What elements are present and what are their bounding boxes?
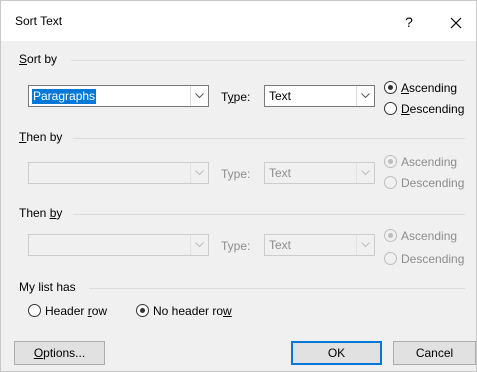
sort-by-field-dropdown[interactable]	[190, 86, 208, 106]
chevron-down-icon	[361, 170, 370, 176]
sort-by-divider	[71, 60, 465, 61]
close-icon	[450, 17, 462, 29]
help-button[interactable]: ?	[394, 9, 424, 35]
chevron-down-icon	[195, 242, 204, 248]
close-button[interactable]	[441, 9, 471, 35]
sort-by-field-value: Paragraphs	[32, 89, 97, 104]
then-by-1-field-combo[interactable]	[28, 162, 209, 184]
then-by-2-type-label: Type:	[221, 239, 251, 253]
radio-checked-icon	[384, 229, 397, 242]
radio-unchecked-icon	[384, 102, 397, 115]
chevron-down-icon	[361, 242, 370, 248]
then-by-2-divider	[73, 214, 465, 215]
sort-by-type-label: Type:	[221, 90, 251, 104]
radio-unchecked-icon	[384, 252, 397, 265]
then-by-2-field-dropdown[interactable]	[190, 235, 208, 255]
sort-by-type-dropdown[interactable]	[356, 86, 374, 106]
sort-by-type-combo[interactable]: Text	[264, 85, 375, 107]
radio-unchecked-icon	[28, 304, 41, 317]
then-by-2-field-value	[32, 238, 34, 253]
sort-by-label: Sort by	[19, 52, 58, 66]
then-by-1-divider	[73, 138, 465, 139]
then-by-1-label: Then by	[19, 130, 63, 144]
then-by-2-field-combo[interactable]	[28, 234, 209, 256]
radio-unchecked-icon	[384, 176, 397, 189]
then-by-2-type-dropdown[interactable]	[356, 235, 374, 255]
my-list-has-divider	[89, 288, 465, 289]
chevron-down-icon	[195, 93, 204, 99]
sort-text-dialog: Sort Text ? Sort by Paragraphs Type: Tex…	[0, 0, 477, 372]
then-by-1-type-value: Text	[269, 166, 292, 180]
then-by-1-type-label: Type:	[221, 167, 251, 181]
ok-button[interactable]: OK	[291, 341, 382, 365]
dialog-title: Sort Text	[15, 14, 63, 28]
then-by-1-type-combo[interactable]: Text	[264, 162, 375, 184]
sort-by-field-combo[interactable]: Paragraphs	[28, 85, 209, 107]
help-icon: ?	[405, 14, 413, 30]
then-by-1-field-value	[32, 166, 34, 181]
radio-checked-icon	[384, 81, 397, 94]
then-by-2-type-combo[interactable]: Text	[264, 234, 375, 256]
then-by-1-type-dropdown[interactable]	[356, 163, 374, 183]
chevron-down-icon	[361, 93, 370, 99]
then-by-1-field-dropdown[interactable]	[190, 163, 208, 183]
sort-by-type-value: Text	[269, 89, 292, 103]
my-list-has-label: My list has	[19, 280, 76, 294]
options-button[interactable]: Options...	[14, 341, 105, 365]
title-bar: Sort Text ?	[1, 1, 476, 41]
cancel-button[interactable]: Cancel	[393, 341, 476, 365]
radio-checked-icon	[136, 304, 149, 317]
radio-checked-icon	[384, 155, 397, 168]
then-by-2-type-value: Text	[269, 238, 292, 252]
chevron-down-icon	[195, 170, 204, 176]
then-by-2-label: Then by	[19, 206, 63, 220]
